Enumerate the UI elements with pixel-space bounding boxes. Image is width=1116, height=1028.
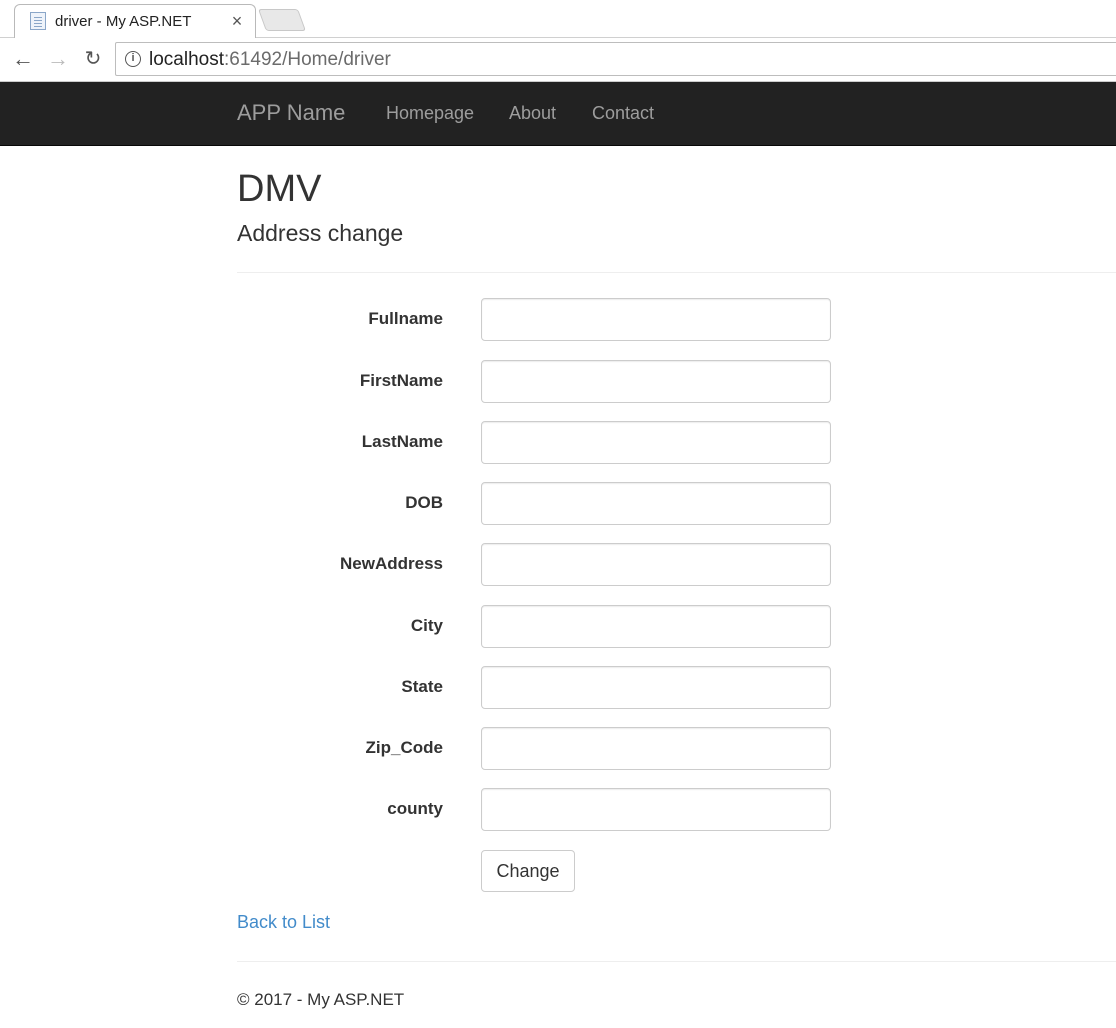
state-input[interactable] (481, 666, 831, 709)
brand-link[interactable]: APP Name (237, 100, 345, 126)
form-row-firstname: FirstName (237, 360, 837, 403)
url-host: localhost (149, 49, 224, 70)
forward-arrow-icon[interactable]: → (44, 46, 72, 74)
site-navbar: APP Name Homepage About Contact (0, 82, 1116, 146)
fullname-label: Fullname (368, 309, 443, 328)
city-input[interactable] (481, 605, 831, 648)
nav-link-contact[interactable]: Contact (592, 103, 654, 124)
lastname-label: LastName (361, 432, 443, 451)
form-row-lastname: LastName (237, 421, 837, 464)
form-row-zip-code: Zip_Code (237, 727, 837, 770)
tab-close-icon[interactable]: × (228, 10, 246, 32)
form-row-dob: DOB (237, 482, 837, 525)
new-tab-button[interactable] (257, 9, 307, 31)
back-to-list-link[interactable]: Back to List (237, 912, 330, 933)
url-text[interactable]: localhost:61492/Home/driver (149, 49, 391, 71)
county-label: county (387, 799, 443, 818)
lastname-input[interactable] (481, 421, 831, 464)
tab-title: driver - My ASP.NET (55, 13, 192, 30)
fullname-input[interactable] (481, 298, 831, 341)
dob-label: DOB (405, 493, 443, 512)
browser-tab[interactable]: driver - My ASP.NET × (14, 4, 256, 39)
form-row-newaddress: NewAddress (237, 543, 837, 586)
reload-icon[interactable]: ↻ (79, 46, 107, 74)
footer-divider (237, 961, 1116, 962)
url-path: :61492/Home/driver (224, 49, 391, 70)
back-arrow-icon[interactable]: ← (9, 46, 37, 74)
browser-toolbar: ← → ↻ i localhost:61492/Home/driver (0, 38, 1116, 82)
page-subtitle: Address change (237, 220, 404, 246)
firstname-input[interactable] (481, 360, 831, 403)
nav-link-homepage[interactable]: Homepage (386, 103, 474, 124)
city-label: City (410, 616, 443, 635)
dob-input[interactable] (481, 482, 831, 525)
site-info-icon[interactable]: i (125, 51, 141, 67)
page-title: DMV (237, 168, 322, 210)
county-input[interactable] (481, 788, 831, 831)
form-row-fullname: Fullname (237, 298, 837, 341)
form-row-state: State (237, 666, 837, 709)
page-favicon-icon (30, 12, 46, 30)
zip-code-input[interactable] (481, 727, 831, 770)
form-row-city: City (237, 605, 837, 648)
change-button[interactable]: Change (481, 850, 575, 892)
divider (237, 272, 1116, 273)
footer-copyright: © 2017 - My ASP.NET (237, 990, 405, 1009)
address-bar[interactable]: i localhost:61492/Home/driver (115, 42, 1116, 76)
firstname-label: FirstName (359, 371, 443, 390)
nav-link-about[interactable]: About (509, 103, 556, 124)
browser-tabstrip: driver - My ASP.NET × (0, 0, 1116, 39)
newaddress-label: NewAddress (340, 554, 443, 573)
state-label: State (401, 677, 443, 696)
zip-code-label: Zip_Code (365, 738, 443, 757)
newaddress-input[interactable] (481, 543, 831, 586)
form-row-county: county (237, 788, 837, 831)
